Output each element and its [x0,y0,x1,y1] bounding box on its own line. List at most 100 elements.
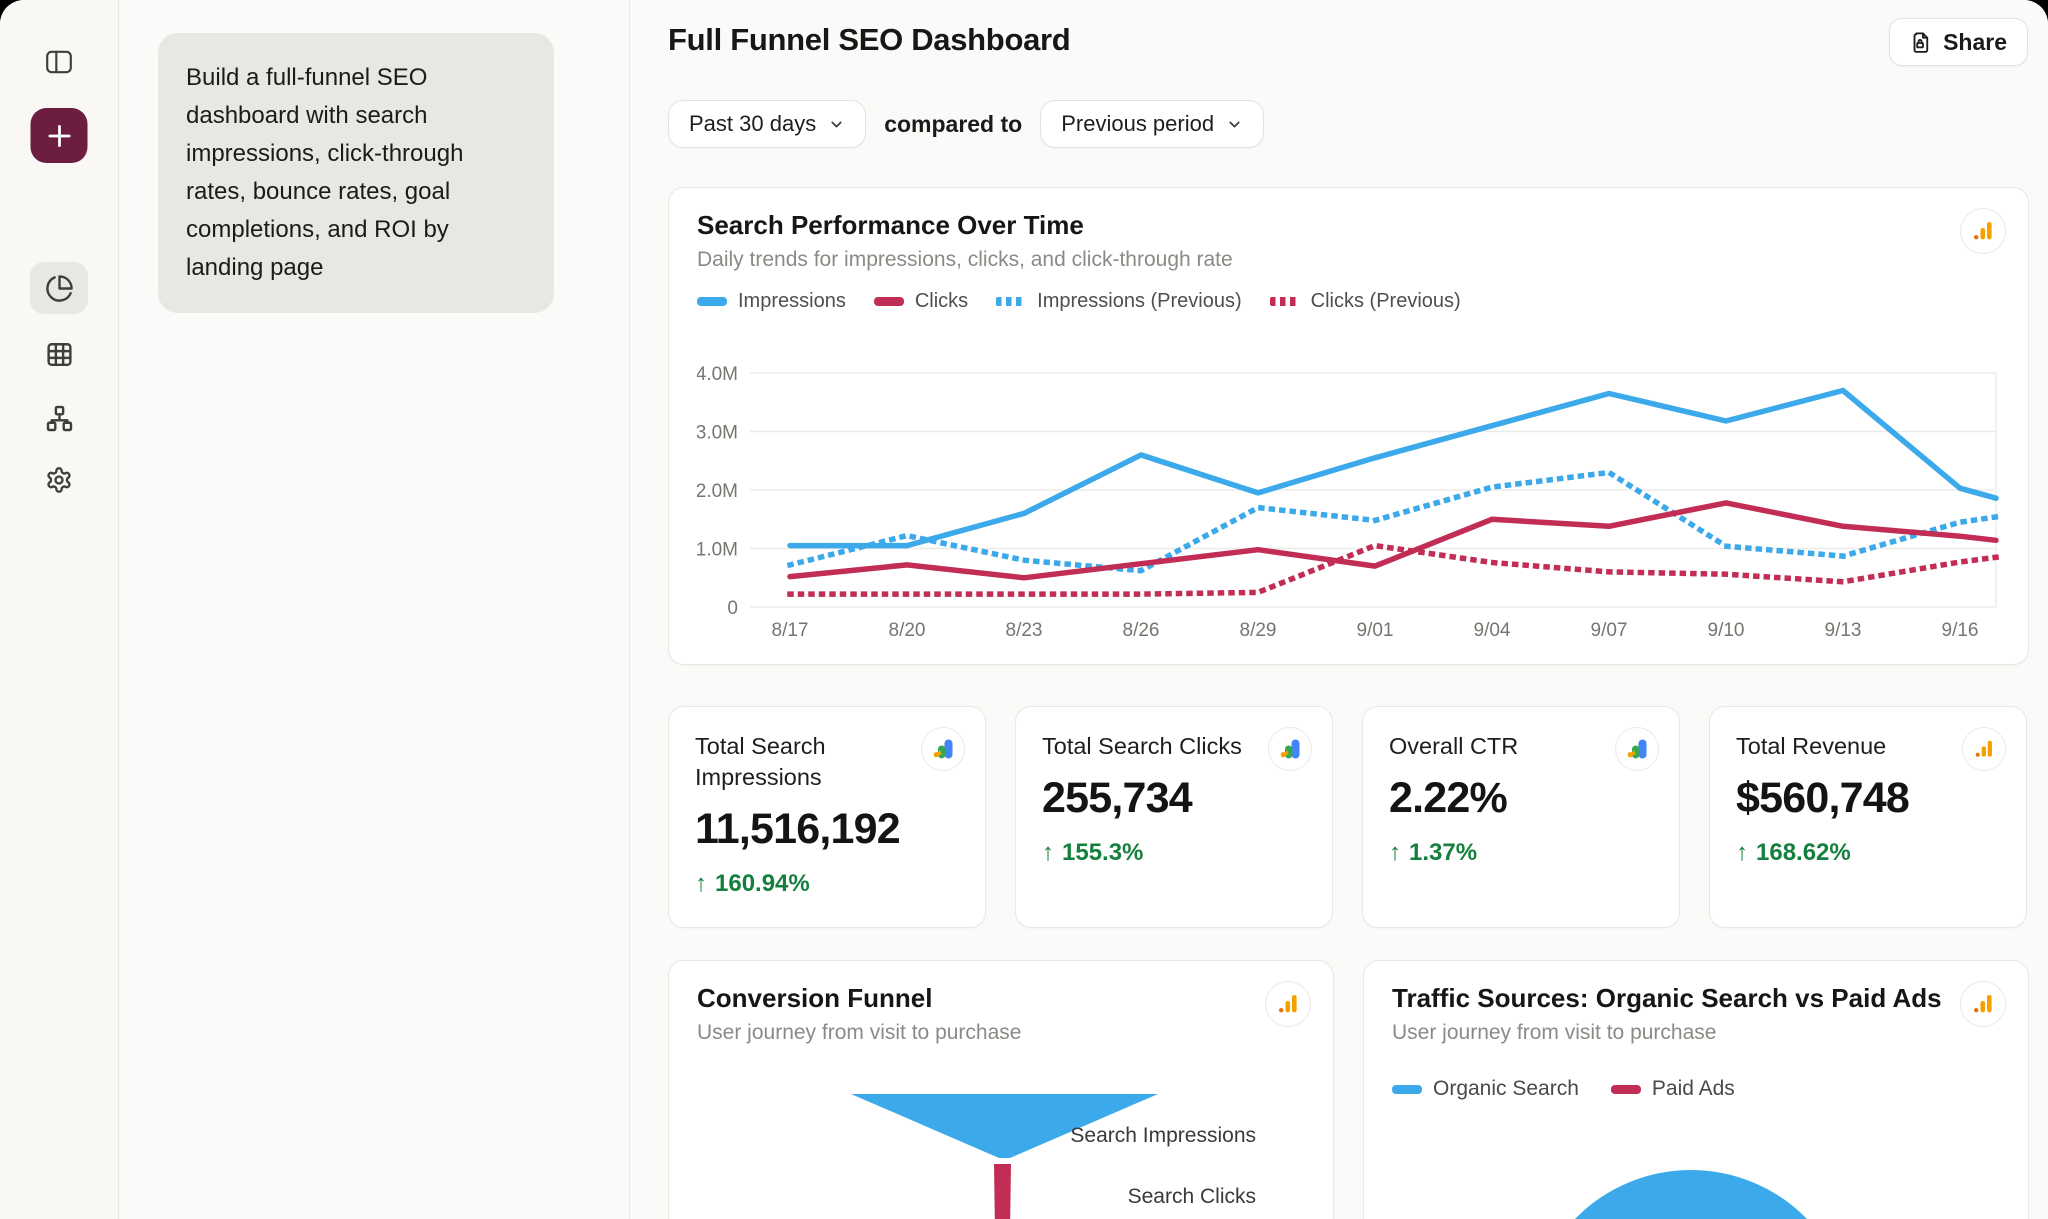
legend-swatch [996,297,1026,306]
up-arrow-icon: ↑ [1042,839,1054,867]
app-window: Build a full-funnel SEO dashboard with s… [0,0,2048,1219]
svg-text:9/16: 9/16 [1942,620,1979,641]
kpi-delta: ↑ 155.3% [1042,839,1306,867]
svg-text:9/10: 9/10 [1708,620,1745,641]
legend-label: Impressions [738,290,846,313]
dashboard-main: Full Funnel SEO Dashboard Share Past 30 … [630,0,2048,1219]
legend-item-impressions: Impressions [697,290,846,313]
legend-swatch [1270,297,1300,306]
legend-swatch [1611,1085,1641,1094]
sidebar-item-settings[interactable] [30,454,88,506]
up-arrow-icon: ↑ [1736,839,1748,867]
svg-text:8/23: 8/23 [1006,620,1043,641]
kpi-value: 2.22% [1389,774,1653,823]
compare-period-select[interactable]: Previous period [1040,100,1264,148]
orange-bar-chart-icon [1972,737,1996,761]
kpi-row: Total Search Impressions 11,516,192 ↑ 16… [668,706,2027,928]
multicolor-bars-icon [930,736,956,762]
kpi-delta: ↑ 1.37% [1389,839,1653,867]
share-button[interactable]: Share [1889,18,2028,66]
orange-bar-chart-icon [1970,991,1996,1017]
sidebar [0,0,119,1219]
pie-chart-icon [45,274,74,303]
legend-item-impressions-previous: Impressions (Previous) [996,290,1242,313]
funnel-stage-label: Search Clicks [1006,1185,1256,1209]
multicolor-bars-icon [1277,736,1303,762]
conversion-funnel-card: Conversion Funnel User journey from visi… [668,960,1334,1219]
chart-title: Search Performance Over Time [697,210,1084,241]
legend-label: Paid Ads [1652,1077,1735,1101]
gear-icon [45,466,73,494]
up-arrow-icon: ↑ [695,870,707,898]
kpi-card-total-impressions: Total Search Impressions 11,516,192 ↑ 16… [668,706,986,928]
multicolor-bars-icon [1624,736,1650,762]
kpi-delta: ↑ 160.94% [695,870,959,898]
traffic-title: Traffic Sources: Organic Search vs Paid … [1392,983,1942,1014]
up-arrow-icon: ↑ [1389,839,1401,867]
date-range-value: Past 30 days [689,111,816,137]
legend-item-paid-ads: Paid Ads [1611,1077,1735,1101]
filter-bar: Past 30 days compared to Previous period [668,100,1264,148]
kpi-delta-value: 155.3% [1062,839,1143,867]
svg-text:8/17: 8/17 [772,620,809,641]
legend-swatch [874,297,904,306]
analytics-badge-button[interactable] [921,727,965,771]
kpi-card-total-clicks: Total Search Clicks 255,734 ↑ 155.3% [1015,706,1333,928]
svg-text:8/26: 8/26 [1123,620,1160,641]
chat-panel: Build a full-funnel SEO dashboard with s… [120,0,630,1219]
sidebar-item-workflow[interactable] [30,392,88,444]
kpi-value: $560,748 [1736,774,2000,823]
traffic-sources-card: Traffic Sources: Organic Search vs Paid … [1363,960,2029,1219]
plus-icon [44,121,74,151]
sidebar-item-table[interactable] [30,328,88,380]
kpi-label: Total Search Impressions [695,731,907,793]
funnel-stage-label: Search Impressions [1006,1124,1256,1148]
svg-text:9/04: 9/04 [1474,620,1511,641]
share-button-label: Share [1943,29,2007,56]
kpi-delta-value: 160.94% [715,870,810,898]
svg-text:1.0M: 1.0M [697,540,738,561]
analytics-badge-button[interactable] [1268,727,1312,771]
analytics-badge-button[interactable] [1960,208,2006,254]
analytics-badge-button[interactable] [1962,727,2006,771]
shared-document-icon [1910,31,1933,54]
kpi-value: 255,734 [1042,774,1306,823]
analytics-badge-button[interactable] [1960,981,2006,1027]
svg-text:8/29: 8/29 [1240,620,1277,641]
performance-line-chart: 01.0M2.0M3.0M4.0M8/178/208/238/268/299/0… [697,328,2002,643]
compare-period-value: Previous period [1061,111,1214,137]
legend-swatch [697,297,727,306]
legend-label: Clicks [915,290,968,313]
panel-toggle-icon [44,47,74,77]
legend-item-clicks-previous: Clicks (Previous) [1270,290,1461,313]
legend-label: Impressions (Previous) [1037,290,1242,313]
orange-bar-chart-icon [1970,218,1996,244]
svg-text:2.0M: 2.0M [697,481,738,502]
legend-label: Clicks (Previous) [1311,290,1461,313]
svg-text:9/01: 9/01 [1357,620,1394,641]
kpi-card-total-revenue: Total Revenue $560,748 ↑ 168.62% [1709,706,2027,928]
kpi-delta-value: 1.37% [1409,839,1477,867]
svg-text:9/13: 9/13 [1825,620,1862,641]
chevron-down-icon [828,116,845,133]
new-dashboard-button[interactable] [31,108,88,163]
funnel-chart [669,961,1335,1219]
legend-swatch [1392,1085,1422,1094]
traffic-pie-chart [1364,1141,2030,1219]
date-range-select[interactable]: Past 30 days [668,100,866,148]
analytics-badge-button[interactable] [1615,727,1659,771]
chevron-down-icon [1226,116,1243,133]
traffic-subtitle: User journey from visit to purchase [1392,1021,1716,1045]
user-prompt-message: Build a full-funnel SEO dashboard with s… [158,33,554,313]
panel-toggle-button[interactable] [30,36,88,88]
kpi-label: Total Revenue [1736,731,1948,762]
chart-subtitle: Daily trends for impressions, clicks, an… [697,248,1233,272]
legend-item-clicks: Clicks [874,290,968,313]
page-title: Full Funnel SEO Dashboard [668,22,1070,58]
network-icon [45,404,74,433]
kpi-value: 11,516,192 [695,805,959,854]
kpi-label: Overall CTR [1389,731,1601,762]
kpi-delta-value: 168.62% [1756,839,1851,867]
kpi-label: Total Search Clicks [1042,731,1254,762]
sidebar-item-charts[interactable] [30,262,88,314]
